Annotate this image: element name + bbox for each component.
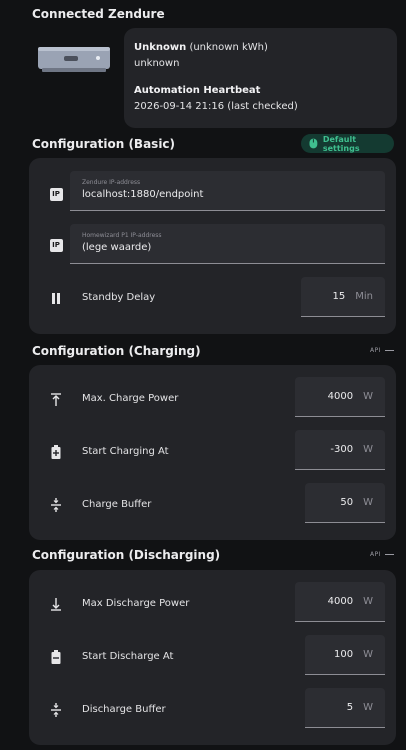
max-charge-power-input[interactable]: 4000 W — [295, 377, 385, 417]
connected-title: Connected Zendure — [32, 7, 165, 21]
pause-icon — [49, 291, 63, 305]
start-charging-value: -300 — [330, 444, 354, 455]
vertical-align-center-icon — [49, 498, 63, 512]
zendure-device-image — [38, 47, 110, 72]
standby-delay-value: 15 — [332, 291, 346, 302]
start-charging-input[interactable]: -300 W — [295, 430, 385, 470]
max-charge-power-value: 4000 — [327, 391, 354, 402]
discharging-api-tag: API — [370, 551, 394, 558]
standby-delay-unit: Min — [355, 291, 373, 302]
vertical-align-center-icon — [49, 703, 63, 717]
standby-delay-label: Standby Delay — [82, 292, 156, 303]
start-charging-label: Start Charging At — [82, 446, 169, 457]
default-settings-label: Default settings — [322, 134, 360, 153]
ip-icon: IP — [49, 238, 63, 252]
discharge-buffer-input[interactable]: 5 W — [305, 688, 385, 728]
max-discharge-power-input[interactable]: 4000 W — [295, 582, 385, 622]
charging-config-title: Configuration (Charging) — [32, 344, 201, 358]
default-settings-button[interactable]: Default settings — [301, 134, 394, 153]
zendure-ip-field[interactable]: Zendure IP-address localhost:1880/endpoi… — [70, 171, 385, 211]
device-status-sub: unknown — [134, 58, 180, 69]
heartbeat-label: Automation Heartbeat — [134, 85, 261, 96]
max-charge-power-label: Max. Charge Power — [82, 393, 179, 404]
start-discharge-input[interactable]: 100 W — [305, 635, 385, 675]
battery-plus-icon — [49, 445, 63, 459]
max-discharge-power-unit: W — [363, 596, 373, 607]
start-discharge-unit: W — [363, 649, 373, 660]
discharging-config-title: Configuration (Discharging) — [32, 548, 221, 562]
discharge-buffer-label: Discharge Buffer — [82, 704, 166, 715]
homewizard-ip-value: (lege waarde) — [82, 242, 152, 253]
arrow-up-bar-icon — [49, 392, 63, 406]
basic-config-title: Configuration (Basic) — [32, 137, 176, 151]
zendure-ip-value: localhost:1880/endpoint — [82, 189, 204, 200]
start-discharge-label: Start Discharge At — [82, 651, 174, 662]
arrow-down-bar-icon — [49, 597, 63, 611]
connection-info-card: Unknown (unknown kWh) unknown Automation… — [124, 28, 397, 128]
charge-buffer-input[interactable]: 50 W — [305, 483, 385, 523]
zendure-ip-label: Zendure IP-address — [82, 179, 141, 186]
charge-buffer-value: 50 — [340, 497, 354, 508]
charging-api-tag: API — [370, 347, 394, 354]
standby-delay-input[interactable]: 15 Min — [301, 277, 385, 317]
start-charging-unit: W — [363, 444, 373, 455]
charge-buffer-unit: W — [363, 497, 373, 508]
homewizard-ip-field[interactable]: Homewizard P1 IP-address (lege waarde) — [70, 224, 385, 264]
max-discharge-power-label: Max Discharge Power — [82, 598, 190, 609]
device-capacity: (unknown kWh) — [189, 42, 268, 53]
mouse-icon — [309, 138, 318, 149]
device-status: Unknown — [134, 42, 187, 53]
charge-buffer-label: Charge Buffer — [82, 499, 152, 510]
start-discharge-value: 100 — [334, 649, 354, 660]
heartbeat-value: 2026-09-14 21:16 (last checked) — [134, 101, 298, 112]
zendure-settings-page: Connected Zendure Unknown (unknown kWh) … — [0, 0, 406, 750]
discharge-buffer-unit: W — [363, 702, 373, 713]
max-charge-power-unit: W — [363, 391, 373, 402]
homewizard-ip-label: Homewizard P1 IP-address — [82, 232, 162, 239]
discharge-buffer-value: 5 — [346, 702, 354, 713]
max-discharge-power-value: 4000 — [327, 596, 354, 607]
ip-icon: IP — [49, 187, 63, 201]
battery-minus-icon — [49, 650, 63, 664]
